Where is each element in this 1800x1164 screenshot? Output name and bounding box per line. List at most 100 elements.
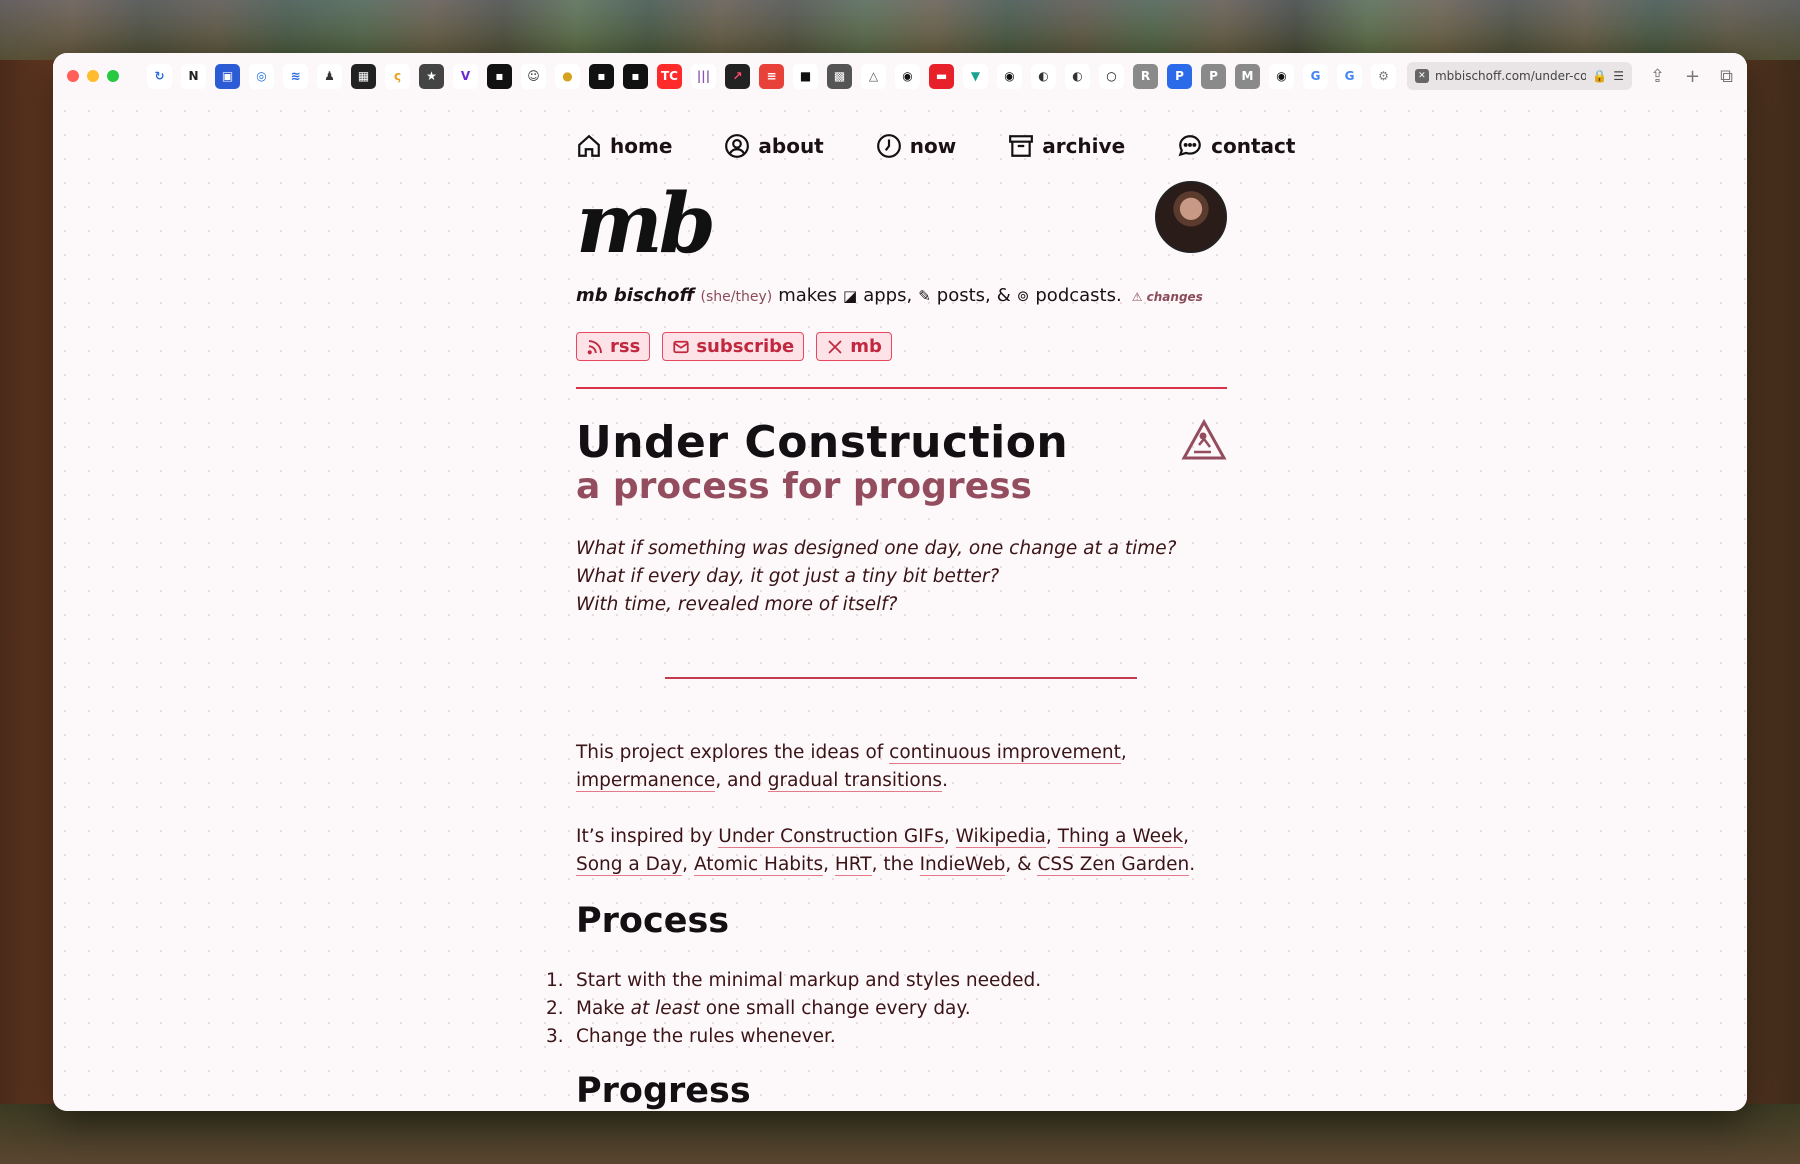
nav-archive-label: archive <box>1042 133 1126 158</box>
tagline-podcasts[interactable]: podcasts. <box>1035 285 1121 306</box>
x-profile-button[interactable]: mb <box>816 332 892 361</box>
pinned-tabs: ↻ N ▣ ◎ ≋ ♟ ▦ ς ★ V ▪ ☺ ● ▪ ▪ TC ||| ↗ ≡ ■ ▩ △ ◉ ▬ ▼ ◉ ◐ ◐ ○ R P P M ◉ G G ⚙ <box>147 63 1401 89</box>
social-links: rss subscribe mb <box>576 332 1227 361</box>
list-number: 2. <box>546 997 564 1019</box>
dark-square-icon[interactable]: ▪ <box>487 63 512 89</box>
coin-icon[interactable]: ● <box>555 63 580 89</box>
author-pronouns: (she/they) <box>700 289 773 305</box>
p-blue-icon[interactable]: P <box>1167 63 1192 89</box>
refresh-app-icon[interactable]: ↻ <box>147 63 172 89</box>
audio-icon[interactable]: ||| <box>691 63 716 89</box>
tagline-amp: & <box>996 285 1011 306</box>
list-number: 3. <box>546 1025 564 1047</box>
text: This project explores the ideas of <box>576 741 890 763</box>
m-icon[interactable]: M <box>1235 63 1260 89</box>
link-atomic-habits[interactable]: Atomic Habits <box>693 853 824 876</box>
tagline-posts[interactable]: posts, <box>937 285 991 306</box>
nav-contact[interactable]: contact <box>1177 133 1295 159</box>
github-icon[interactable]: ◉ <box>895 63 920 89</box>
link-impermanence[interactable]: impermanence <box>576 769 716 792</box>
github2-icon[interactable]: ◉ <box>997 63 1022 89</box>
intro-line: What if something was designed one day, … <box>576 538 1177 559</box>
web-page: home about now archive contact mb mb bis… <box>53 99 1747 1111</box>
nav-archive[interactable]: archive <box>1008 133 1125 159</box>
tc-icon[interactable]: TC <box>657 63 682 89</box>
changes-link[interactable]: ⚠ changes <box>1132 290 1203 304</box>
rss-button[interactable]: rss <box>576 332 651 361</box>
bird-icon[interactable]: ▼ <box>963 63 988 89</box>
tab-overview-icon[interactable]: ⧉ <box>1720 66 1733 87</box>
step-text: Start with the minimal markup and styles… <box>576 969 1042 991</box>
site-favicon: ✕ <box>1414 69 1429 83</box>
ring-icon[interactable]: ○ <box>1099 63 1124 89</box>
p-gray-icon[interactable]: P <box>1201 63 1226 89</box>
clapper-icon[interactable]: ▦ <box>351 63 376 89</box>
bracket-icon[interactable]: ▣ <box>215 63 240 89</box>
zoom-window-button[interactable] <box>107 70 119 82</box>
triangle-icon[interactable]: △ <box>861 63 886 89</box>
nav-about[interactable]: about <box>724 133 824 159</box>
edit-icon: ✎ <box>918 287 931 305</box>
person-icon[interactable]: ♟ <box>317 63 342 89</box>
chart-icon[interactable]: ↗ <box>725 63 750 89</box>
list-item: 2. Make at least one small change every d… <box>546 995 1227 1023</box>
nav-now[interactable]: now <box>876 133 956 159</box>
face-icon[interactable]: ☺ <box>521 63 546 89</box>
text: , and <box>715 769 768 791</box>
star-icon[interactable]: ★ <box>419 63 444 89</box>
google2-icon[interactable]: G <box>1337 63 1362 89</box>
zen-icon[interactable]: ◐ <box>1031 63 1056 89</box>
notion-icon[interactable]: N <box>181 63 206 89</box>
header-divider <box>576 387 1227 389</box>
pixel-icon[interactable]: ▩ <box>827 63 852 89</box>
link-song-a-day[interactable]: Song a Day <box>576 853 683 876</box>
link-css-zen-garden[interactable]: CSS Zen Garden <box>1037 853 1190 876</box>
link-wikipedia[interactable]: Wikipedia <box>955 825 1046 848</box>
avatar[interactable] <box>1155 181 1227 253</box>
toolbar-actions: ⇪ + ⧉ <box>1650 66 1733 87</box>
link-indieweb[interactable]: IndieWeb <box>919 853 1006 876</box>
address-bar[interactable]: ✕ mbbischoff.com/under-co 🔒 ☰ <box>1406 62 1632 90</box>
news-icon[interactable]: ≡ <box>759 63 784 89</box>
share-icon[interactable]: ⇪ <box>1650 66 1665 87</box>
book-icon[interactable]: ▪ <box>589 63 614 89</box>
reader-icon[interactable]: ☰ <box>1613 69 1624 83</box>
github3-icon[interactable]: ◉ <box>1269 63 1294 89</box>
site-logo[interactable]: mb <box>576 179 1227 269</box>
process-heading: Process <box>576 900 730 941</box>
site-nav: home about now archive contact <box>576 99 1295 165</box>
address-url: mbbischoff.com/under-co <box>1434 69 1587 83</box>
swirl-icon[interactable]: ς <box>385 63 410 89</box>
step-text: Change the rules whenever. <box>576 1025 836 1047</box>
inspirations: It’s inspired by Under Construction GIFs… <box>576 825 1196 876</box>
subscribe-label: subscribe <box>696 336 795 357</box>
new-tab-icon[interactable]: + <box>1685 66 1700 87</box>
link-gradual-transitions[interactable]: gradual transitions <box>767 769 943 792</box>
link-hrt[interactable]: HRT <box>834 853 872 876</box>
zen2-icon[interactable]: ◐ <box>1065 63 1090 89</box>
globe-lock-icon[interactable]: ◎ <box>249 63 274 89</box>
book2-icon[interactable]: ▪ <box>623 63 648 89</box>
gear-icon[interactable]: ⚙ <box>1371 63 1396 89</box>
user-circle-icon <box>725 133 750 158</box>
square-icon[interactable]: ■ <box>793 63 818 89</box>
chat-bubble-icon <box>1178 134 1201 156</box>
feed-icon[interactable]: ≋ <box>283 63 308 89</box>
intro-line: What if every day, it got just a tiny bi… <box>576 566 1000 587</box>
subscribe-button[interactable]: subscribe <box>662 332 805 361</box>
text: It’s inspired by <box>576 825 719 847</box>
red-box-icon[interactable]: ▬ <box>929 63 954 89</box>
link-thing-a-week[interactable]: Thing a Week <box>1057 825 1184 848</box>
v-icon[interactable]: V <box>453 63 478 89</box>
process-list: 1. Start with the minimal markup and styl… <box>546 967 1227 1051</box>
link-continuous-improvement[interactable]: continuous improvement <box>889 741 1121 764</box>
article-header: Under Construction a process for progres… <box>576 419 1227 507</box>
link-under-construction-gifs[interactable]: Under Construction GIFs <box>718 825 944 848</box>
google-icon[interactable]: G <box>1303 63 1328 89</box>
close-window-button[interactable] <box>67 70 79 82</box>
r-icon[interactable]: R <box>1133 63 1158 89</box>
tagline-apps[interactable]: apps, <box>863 285 912 306</box>
nav-home[interactable]: home <box>576 133 672 159</box>
text: . <box>1189 853 1196 875</box>
minimize-window-button[interactable] <box>87 70 99 82</box>
